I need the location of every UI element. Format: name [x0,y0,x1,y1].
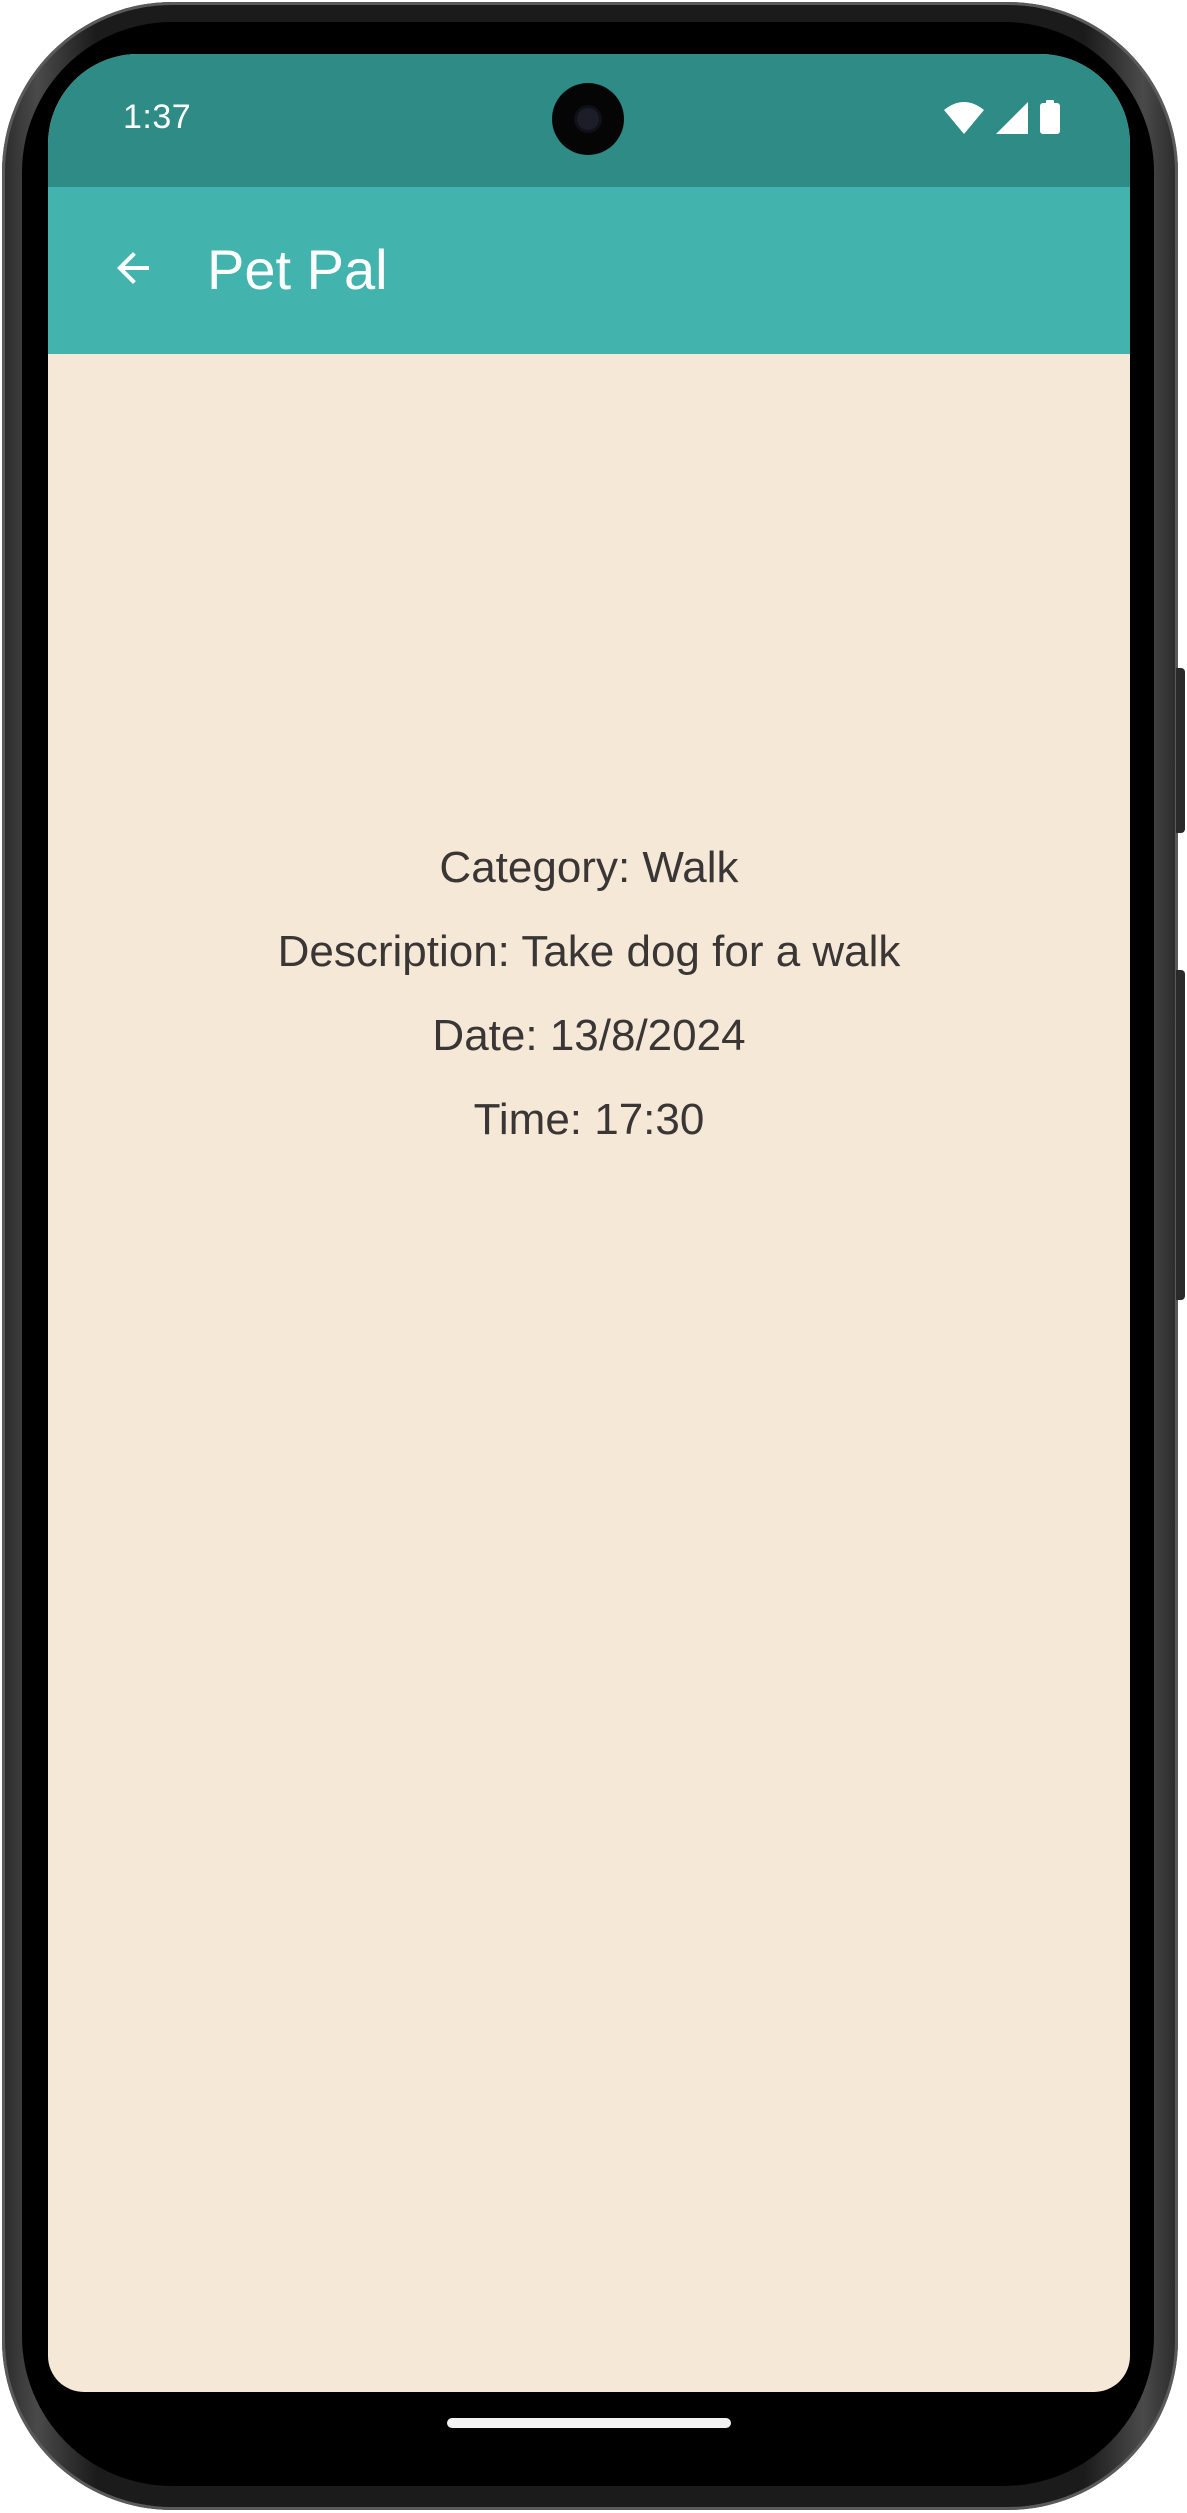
task-category: Category: Walk [439,843,739,892]
arrow-back-icon [109,244,157,296]
home-indicator[interactable] [447,2418,731,2428]
cellular-signal-icon [996,102,1028,138]
status-bar: 1:37 [48,54,1130,187]
battery-icon [1040,100,1060,138]
power-button [1176,668,1185,833]
app-bar: Pet Pal [48,187,1130,354]
front-camera [552,83,624,155]
task-detail: Category: Walk Description: Take dog for… [48,826,1130,1162]
task-time: Time: 17:30 [473,1095,705,1144]
task-description: Description: Take dog for a walk [277,927,901,976]
back-button[interactable] [88,225,178,315]
status-time: 1:37 [123,98,192,136]
wifi-icon [944,102,984,138]
screen: 1:37 Pet Pal Category: Walk Description:… [48,54,1130,2392]
volume-button [1176,970,1185,1300]
app-title: Pet Pal [207,238,388,301]
status-icons [944,100,1060,138]
task-date: Date: 13/8/2024 [432,1011,746,1060]
phone-device: 1:37 Pet Pal Category: Walk Description:… [0,0,1187,2513]
